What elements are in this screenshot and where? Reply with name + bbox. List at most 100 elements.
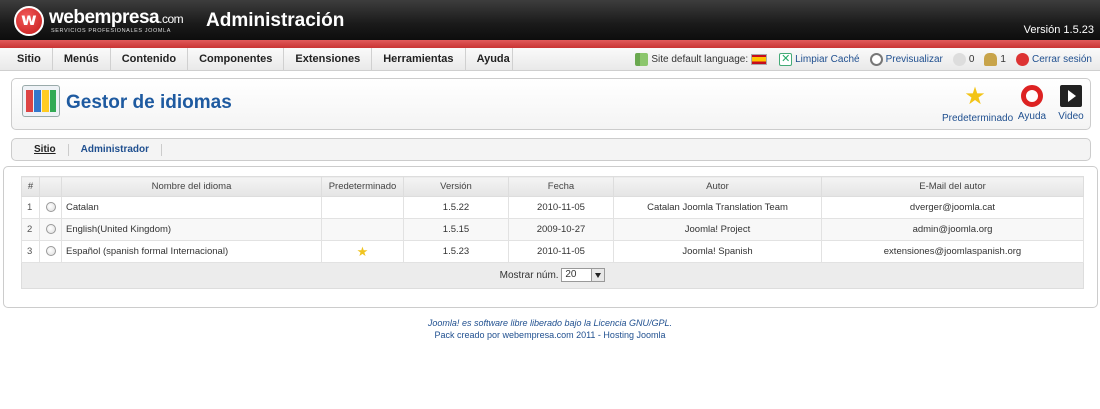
row-number: 1: [21, 196, 40, 219]
pagination-footer: Mostrar núm. 20: [21, 263, 1084, 289]
row-select: [39, 196, 62, 219]
default-button-label: Predeterminado: [942, 113, 1014, 124]
limit-select[interactable]: 20: [561, 268, 606, 283]
gpl-license-link[interactable]: Licencia GNU/GPL: [594, 318, 670, 328]
preview-link[interactable]: Previsualizar: [869, 53, 943, 66]
main-content-box: # Nombre del idioma Predeterminado Versi…: [3, 166, 1098, 308]
language-version: 1.5.15: [403, 218, 509, 241]
messages-count[interactable]: 0: [952, 53, 974, 66]
row-radio[interactable]: [45, 202, 56, 213]
tab-sitio[interactable]: Sitio: [22, 143, 69, 156]
toolbar-box: Gestor de idiomas ★ Predeterminado Ayuda…: [11, 78, 1091, 130]
site-language-label: Site default language:: [651, 54, 749, 65]
row-number: 2: [21, 218, 40, 241]
logo-mark-icon: w: [14, 6, 44, 36]
help-button[interactable]: Ayuda: [1016, 85, 1048, 122]
language-author-email: dverger@joomla.cat: [821, 196, 1084, 219]
row-select: [39, 240, 62, 263]
language-author: Catalan Joomla Translation Team: [613, 196, 822, 219]
logo-subtitle: SERVICIOS PROFESIONALES JOOMLA: [51, 28, 171, 34]
webempresa-logo[interactable]: w webempresa.com SERVICIOS PROFESIONALES…: [14, 6, 194, 36]
default-star-icon: ★: [356, 243, 369, 259]
status-bar: Site default language: Limpiar Caché Pre…: [625, 48, 1092, 71]
col-default[interactable]: Predeterminado: [321, 176, 404, 197]
clear-cache-icon: [779, 52, 793, 66]
language-date: 2010-11-05: [508, 196, 614, 219]
language-author-email: admin@joomla.org: [821, 218, 1084, 241]
preview-label[interactable]: Previsualizar: [886, 54, 943, 65]
logo-main-text: webempresa: [49, 7, 160, 28]
credits-line[interactable]: Pack creado por webempresa.com 2011 - Ho…: [0, 329, 1100, 341]
help-button-label: Ayuda: [1017, 111, 1047, 122]
menu-item-sitio[interactable]: Sitio: [6, 48, 53, 71]
version-label: Versión 1.5.23: [1023, 24, 1094, 36]
table-row: 1 Catalan 1.5.22 2010-11-05 Catalan Joom…: [21, 196, 1084, 219]
clear-cache-link[interactable]: Limpiar Caché: [779, 52, 860, 66]
lifebuoy-icon: [1021, 85, 1043, 107]
logout-label[interactable]: Cerrar sesión: [1032, 54, 1092, 65]
logout-link[interactable]: Cerrar sesión: [1015, 53, 1092, 66]
users-count-value: 1: [1000, 54, 1006, 65]
users-online-count[interactable]: 1: [984, 53, 1006, 66]
language-icon: [635, 53, 649, 66]
menu-item-componentes[interactable]: Componentes: [188, 48, 285, 71]
col-author-email[interactable]: E-Mail del autor: [821, 176, 1084, 197]
col-author[interactable]: Autor: [613, 176, 822, 197]
language-version: 1.5.23: [403, 240, 509, 263]
joomla-link[interactable]: Joomla!: [428, 318, 460, 328]
tab-administrador[interactable]: Administrador: [69, 143, 163, 156]
col-language-name[interactable]: Nombre del idioma: [61, 176, 322, 197]
chevron-down-icon: [591, 269, 605, 282]
spain-flag-icon: [751, 54, 768, 65]
preview-icon: [869, 53, 883, 66]
header-bar: w webempresa.com SERVICIOS PROFESIONALES…: [0, 0, 1100, 40]
menu-item-contenido[interactable]: Contenido: [111, 48, 189, 71]
default-cell[interactable]: ★: [321, 240, 404, 263]
default-cell[interactable]: [321, 218, 404, 241]
table-row: 3 Español (spanish formal Internacional)…: [21, 240, 1084, 263]
logo-tld-text: .com: [159, 12, 184, 26]
language-author-email: extensiones@joomlaspanish.org: [821, 240, 1084, 263]
languages-table: # Nombre del idioma Predeterminado Versi…: [21, 176, 1084, 263]
menu-item-menus[interactable]: Menús: [53, 48, 111, 71]
default-cell[interactable]: [321, 196, 404, 219]
video-button-label: Video: [1058, 111, 1084, 122]
language-date: 2009-10-27: [508, 218, 614, 241]
col-number: #: [21, 176, 40, 197]
default-button[interactable]: ★ Predeterminado: [942, 83, 1013, 125]
logout-icon: [1015, 53, 1029, 66]
star-icon: ★: [964, 83, 986, 110]
table-header-row: # Nombre del idioma Predeterminado Versi…: [21, 176, 1084, 197]
menu-item-extensiones[interactable]: Extensiones: [284, 48, 373, 71]
video-icon: [1060, 85, 1082, 107]
col-version[interactable]: Versión: [403, 176, 509, 197]
video-button[interactable]: Video: [1056, 85, 1086, 122]
row-radio[interactable]: [45, 246, 56, 257]
page-title: Gestor de idiomas: [66, 92, 232, 113]
menu-item-herramientas[interactable]: Herramientas: [372, 48, 466, 71]
language-name: Catalan: [61, 196, 322, 219]
license-text: es software libre liberado bajo la: [459, 318, 594, 328]
row-select: [39, 218, 62, 241]
page-footer: Joomla! es software libre liberado bajo …: [0, 317, 1100, 341]
header-stripe: [0, 40, 1100, 48]
license-text-end: .: [669, 318, 673, 328]
clear-cache-label[interactable]: Limpiar Caché: [795, 54, 859, 65]
limit-label: Mostrar núm.: [499, 270, 559, 281]
table-row: 2 English(United Kingdom) 1.5.15 2009-10…: [21, 218, 1084, 241]
language-date: 2010-11-05: [508, 240, 614, 263]
language-manager-icon: [22, 85, 60, 117]
col-select: [39, 176, 62, 197]
row-radio[interactable]: [45, 224, 56, 235]
limit-value: 20: [565, 269, 577, 281]
license-line: Joomla! es software libre liberado bajo …: [0, 317, 1100, 329]
language-author: Joomla! Spanish: [613, 240, 822, 263]
messages-icon: [952, 53, 966, 66]
users-icon: [984, 53, 998, 66]
submenu-tabs: Sitio Administrador: [11, 138, 1091, 161]
menu-item-ayuda[interactable]: Ayuda: [466, 48, 513, 71]
menubar: Sitio Menús Contenido Componentes Extens…: [0, 48, 1100, 71]
site-language-status: Site default language:: [635, 53, 769, 66]
col-date[interactable]: Fecha: [508, 176, 614, 197]
language-name: Español (spanish formal Internacional): [61, 240, 322, 263]
